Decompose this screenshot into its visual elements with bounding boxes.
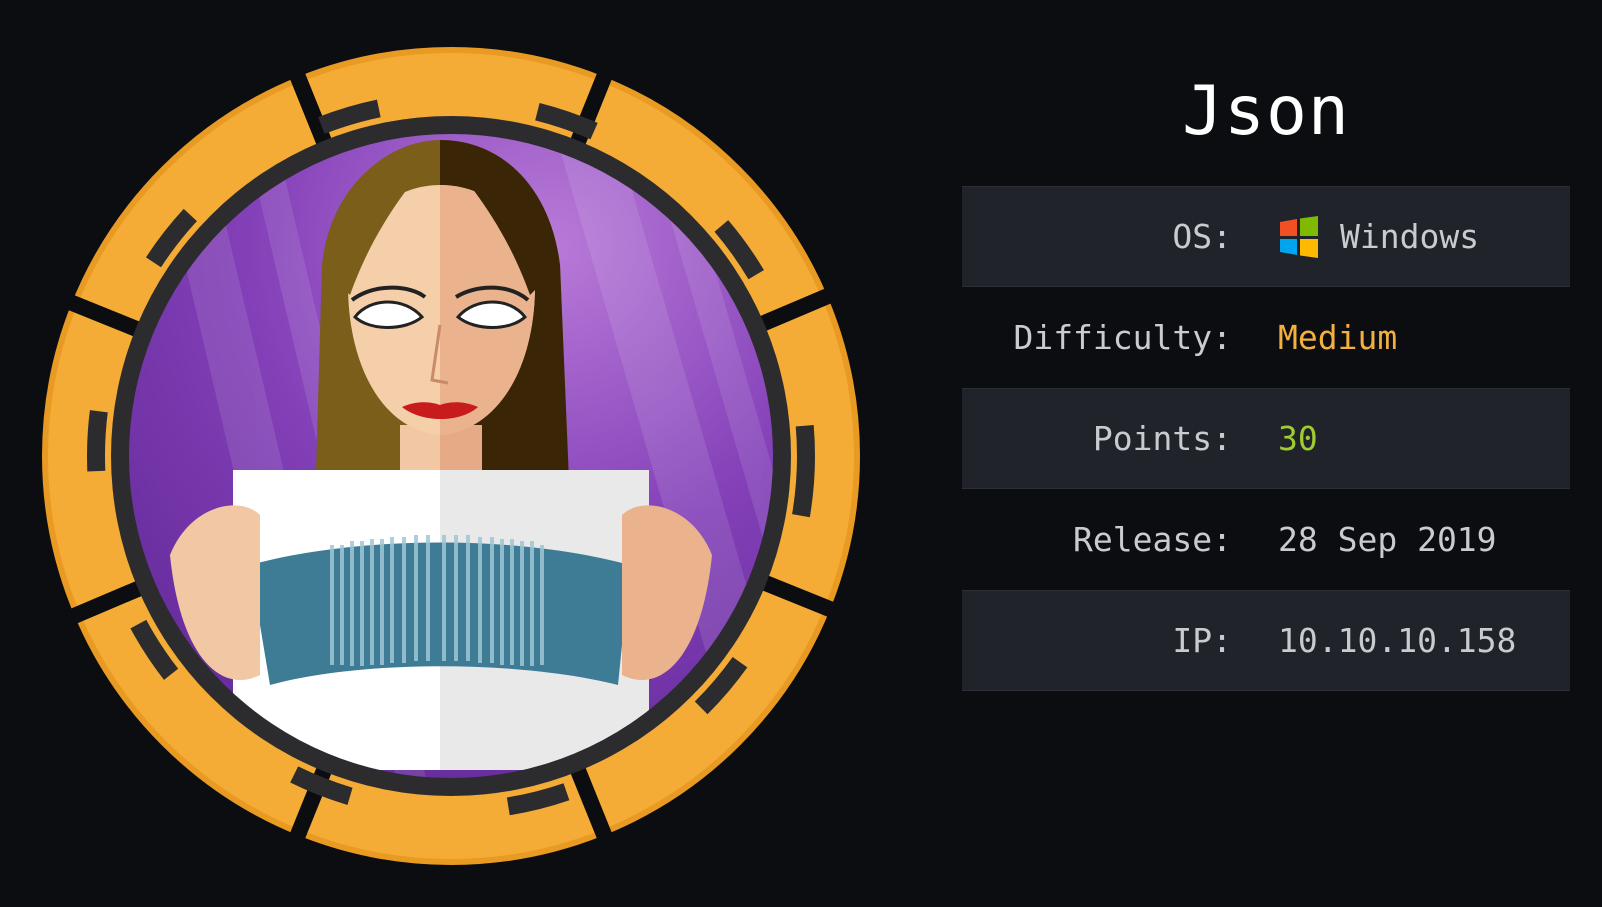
- machine-avatar: [42, 47, 860, 865]
- difficulty-value: Medium: [1278, 318, 1398, 357]
- points-value: 30: [1278, 419, 1318, 458]
- release-label: Release:: [1073, 520, 1232, 559]
- difficulty-label: Difficulty:: [1013, 318, 1232, 357]
- info-row-os: OS: Windows: [962, 186, 1570, 287]
- windows-logo-icon: [1280, 215, 1318, 258]
- ip-value: 10.10.10.158: [1278, 621, 1517, 660]
- release-value: 28 Sep 2019: [1278, 520, 1497, 559]
- avatar-artwork: [129, 134, 773, 778]
- points-label: Points:: [1092, 419, 1232, 458]
- info-row-difficulty: Difficulty: Medium: [962, 287, 1570, 388]
- info-row-points: Points: 30: [962, 388, 1570, 489]
- info-row-ip: IP: 10.10.10.158: [962, 590, 1570, 691]
- ip-label: IP:: [1172, 621, 1232, 660]
- os-label: OS:: [1172, 217, 1232, 256]
- os-value-container: Windows: [1232, 215, 1480, 258]
- machine-info-table: OS: Windows Difficulty: Medium Points: 3…: [962, 186, 1570, 691]
- machine-title: Json: [1182, 72, 1350, 151]
- os-value: Windows: [1340, 217, 1480, 256]
- info-row-release: Release: 28 Sep 2019: [962, 489, 1570, 590]
